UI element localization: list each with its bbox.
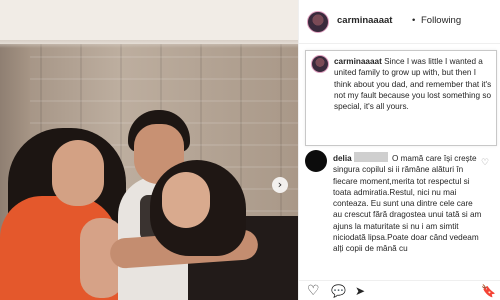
like-icon[interactable]: ♡ <box>307 283 320 299</box>
comment-like-icon[interactable]: ♡ <box>481 158 489 168</box>
redacted-name <box>353 152 388 162</box>
post-photo[interactable]: › <box>0 0 298 300</box>
commenter-username[interactable]: delia <box>333 154 352 163</box>
woman-face <box>52 140 104 206</box>
post-actions-bar: ♡ 💬 ➤ 🔖 <box>299 280 500 300</box>
comment: delia O mamă care își crește singura cop… <box>333 152 483 255</box>
girl-face <box>162 172 210 228</box>
carousel-next-icon[interactable]: › <box>272 177 288 193</box>
post-sidebar: carminaaaat • Following carminaaaat Sinc… <box>298 0 500 300</box>
comment-text: O mamă care își crește singura copilul s… <box>333 154 482 254</box>
header-separator: • <box>412 15 416 26</box>
poster-username[interactable]: carminaaaat <box>337 15 392 26</box>
caption-avatar[interactable] <box>311 55 329 73</box>
commenter-avatar[interactable] <box>305 150 327 172</box>
caption-username[interactable]: carminaaaat <box>334 57 382 66</box>
save-icon[interactable]: 🔖 <box>481 283 496 299</box>
photo-ceiling <box>0 0 298 44</box>
caption-highlight-box: carminaaaat Since I was little I wanted … <box>305 50 497 146</box>
photo-ceiling-shadow <box>0 40 298 48</box>
share-icon[interactable]: ➤ <box>355 283 365 299</box>
caption: carminaaaat Since I was little I wanted … <box>334 56 494 112</box>
comment-icon[interactable]: 💬 <box>331 283 346 299</box>
post-header: carminaaaat • Following <box>299 0 500 44</box>
poster-avatar[interactable] <box>307 11 329 33</box>
follow-status-button[interactable]: Following <box>421 15 461 26</box>
